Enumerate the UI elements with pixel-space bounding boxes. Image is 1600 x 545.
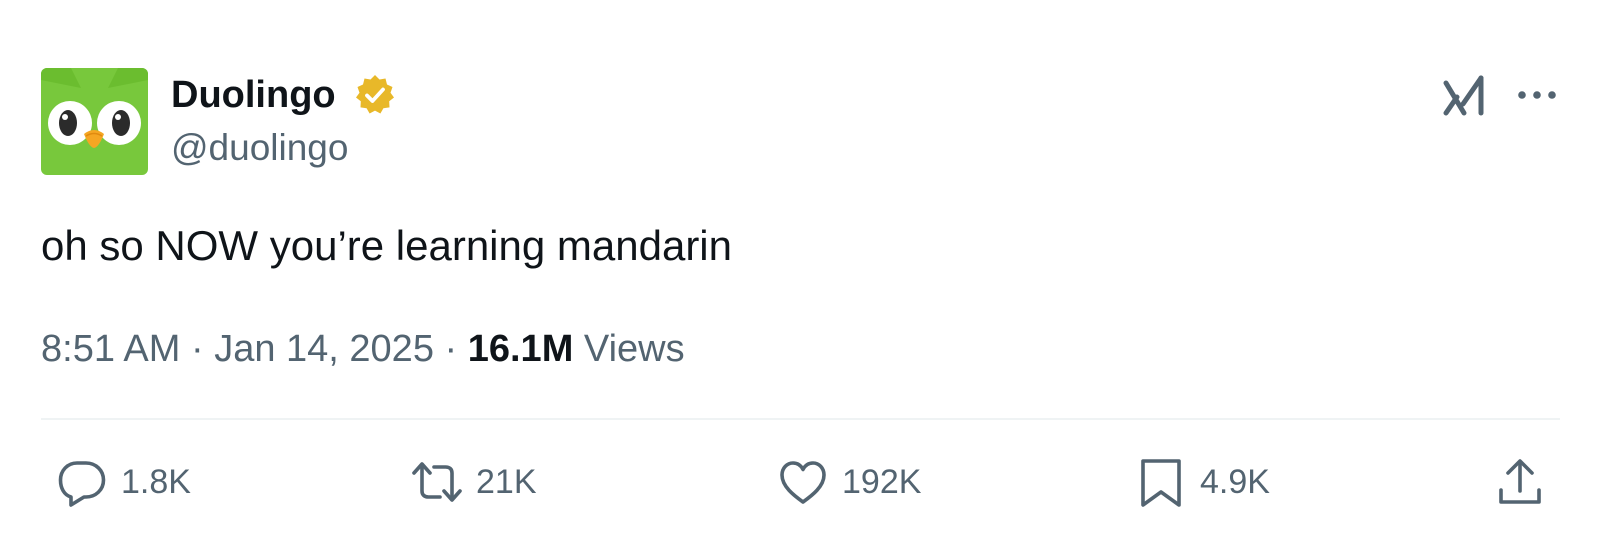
duolingo-owl-icon [41,68,148,175]
handle[interactable]: @duolingo [171,125,348,171]
tweet-time[interactable]: 8:51 AM [41,328,180,370]
like-button[interactable]: 192K [776,455,921,509]
like-icon [780,461,826,504]
bookmark-icon [1141,459,1181,507]
meta-separator: · [444,328,458,370]
display-name[interactable]: Duolingo [171,72,336,118]
views-count[interactable]: 16.1M [468,328,574,370]
meta-separator: · [190,328,204,370]
bookmark-count: 4.9K [1200,463,1270,501]
bookmark-button[interactable]: 4.9K [1134,455,1270,509]
retweet-count: 21K [476,463,537,501]
share-button[interactable] [1493,455,1547,509]
reply-count: 1.8K [121,463,191,501]
tweet-meta: 8:51 AM · Jan 14, 2025 · 16.1M Views [41,325,685,373]
retweet-button[interactable]: 21K [410,455,537,509]
share-icon [1499,459,1541,504]
divider [41,418,1560,420]
reply-icon [58,461,106,507]
tweet-text: oh so NOW you’re learning mandarin [41,222,732,269]
tweet-date[interactable]: Jan 14, 2025 [214,328,434,370]
more-icon[interactable] [1517,87,1557,103]
views-label: Views [583,328,685,370]
like-count: 192K [842,463,922,501]
retweet-icon [412,462,462,502]
avatar[interactable] [41,68,148,175]
verified-badge-icon[interactable] [353,73,397,117]
reply-button[interactable]: 1.8K [55,455,191,509]
grok-icon[interactable] [1443,74,1487,116]
